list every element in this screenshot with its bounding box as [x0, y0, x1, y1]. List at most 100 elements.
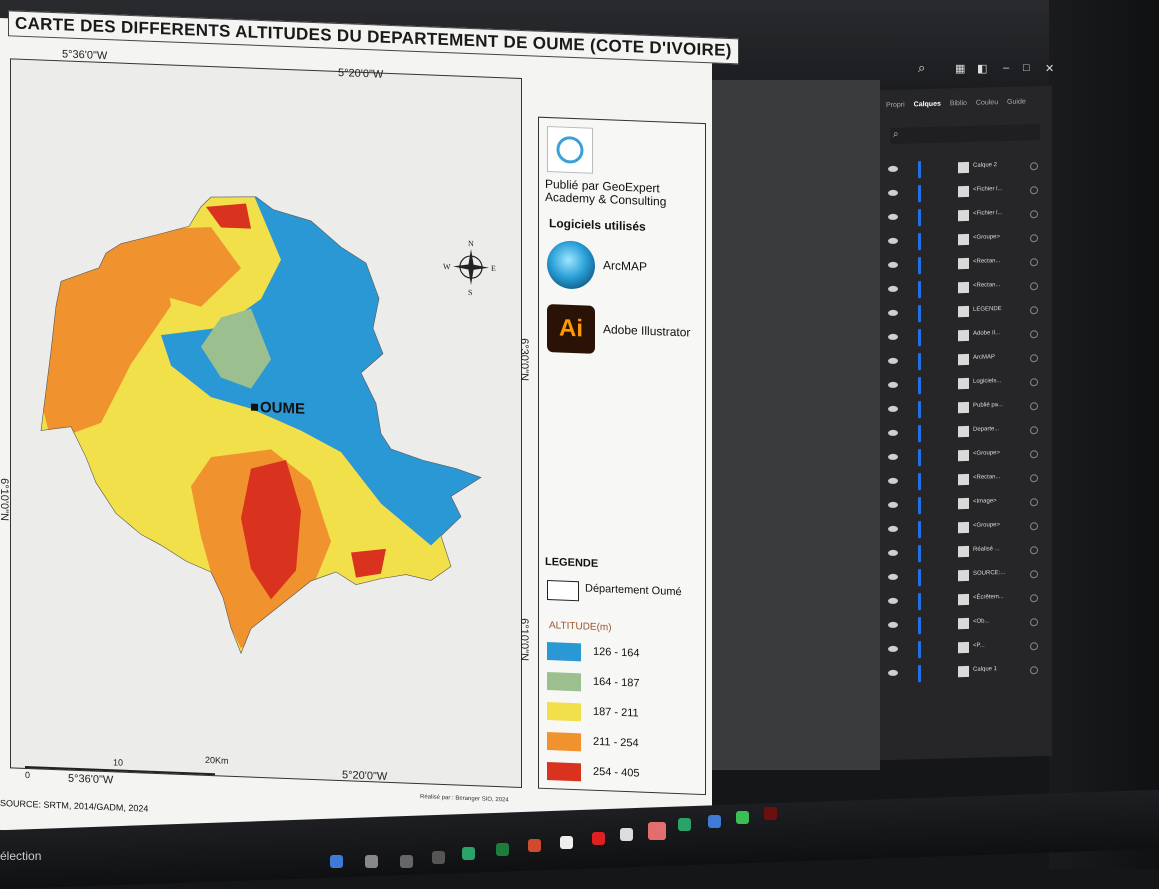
target-circle-icon[interactable] — [1030, 282, 1038, 291]
layer-name: <Rectan... — [973, 282, 1001, 289]
visibility-eye-icon[interactable] — [888, 501, 898, 509]
media-icon[interactable] — [560, 836, 573, 849]
visibility-eye-icon[interactable] — [888, 621, 898, 629]
visibility-eye-icon[interactable] — [888, 285, 898, 293]
publisher-logo — [547, 126, 593, 174]
coord-bottom-center: 5°20'0"W — [342, 769, 388, 783]
tab-color[interactable]: Couleu — [976, 99, 998, 107]
app-icon[interactable] — [528, 839, 541, 852]
maximize-icon[interactable]: □ — [1023, 62, 1030, 74]
layer-row[interactable]: Logiciels... — [880, 374, 1052, 396]
close-icon[interactable]: ✕ — [1045, 62, 1054, 75]
target-circle-icon[interactable] — [1030, 594, 1038, 603]
visibility-eye-icon[interactable] — [888, 357, 898, 365]
visibility-eye-icon[interactable] — [888, 573, 898, 581]
target-circle-icon[interactable] — [1030, 258, 1038, 267]
youtube-icon[interactable] — [592, 832, 605, 845]
app-icon[interactable] — [708, 815, 721, 828]
visibility-eye-icon[interactable] — [888, 189, 898, 197]
visibility-eye-icon[interactable] — [888, 333, 898, 341]
settings-icon[interactable] — [400, 855, 413, 868]
arrange-icon[interactable]: ▦ — [955, 62, 965, 75]
layer-thumbnail — [958, 353, 969, 366]
layer-row[interactable]: <Groupe> — [880, 230, 1052, 252]
target-circle-icon[interactable] — [1030, 186, 1038, 195]
tab-guide[interactable]: Guide — [1007, 98, 1026, 105]
layer-row[interactable]: Calque 1 — [880, 662, 1052, 684]
layer-row[interactable]: SOURCE:... — [880, 566, 1052, 588]
target-circle-icon[interactable] — [1030, 402, 1038, 411]
target-circle-icon[interactable] — [1030, 306, 1038, 315]
layer-row[interactable]: <Rectan... — [880, 470, 1052, 492]
target-circle-icon[interactable] — [1030, 426, 1038, 435]
app-icon[interactable] — [620, 828, 633, 841]
visibility-eye-icon[interactable] — [888, 213, 898, 221]
visibility-eye-icon[interactable] — [888, 597, 898, 605]
layer-row[interactable]: LEGENDE — [880, 302, 1052, 324]
target-circle-icon[interactable] — [1030, 474, 1038, 483]
visibility-eye-icon[interactable] — [888, 429, 898, 437]
layer-row[interactable]: <Groupe> — [880, 446, 1052, 468]
acrobat-icon[interactable] — [764, 807, 777, 820]
app-icon[interactable] — [678, 818, 691, 831]
layer-row[interactable]: <Image> — [880, 494, 1052, 516]
panel-icon[interactable]: ◧ — [977, 62, 987, 75]
search-taskbar-icon[interactable] — [330, 855, 343, 868]
layer-row[interactable]: Réalisé ... — [880, 542, 1052, 564]
layer-row[interactable]: Departe... — [880, 422, 1052, 444]
layer-row[interactable]: Calque 2 — [880, 158, 1052, 180]
target-circle-icon[interactable] — [1030, 354, 1038, 363]
target-circle-icon[interactable] — [1030, 666, 1038, 675]
visibility-eye-icon[interactable] — [888, 645, 898, 653]
visibility-eye-icon[interactable] — [888, 165, 898, 173]
minimize-icon[interactable]: – — [1003, 62, 1009, 74]
active-app-icon[interactable] — [648, 822, 666, 840]
target-circle-icon[interactable] — [1030, 618, 1038, 627]
file-explorer-icon[interactable] — [365, 855, 378, 868]
visibility-eye-icon[interactable] — [888, 477, 898, 485]
tab-properties[interactable]: Propri — [886, 102, 905, 109]
layer-row[interactable]: <Ob... — [880, 614, 1052, 636]
search-icon[interactable]: ⌕ — [918, 60, 925, 76]
layer-row[interactable]: Publié pa... — [880, 398, 1052, 420]
visibility-eye-icon[interactable] — [888, 549, 898, 557]
app-icon[interactable] — [736, 811, 749, 824]
target-circle-icon[interactable] — [1030, 330, 1038, 339]
tab-layers[interactable]: Calques — [914, 101, 941, 109]
chrome-icon[interactable] — [462, 847, 475, 860]
layer-row[interactable]: <Écrêtem... — [880, 590, 1052, 612]
layer-color-stripe — [918, 545, 921, 563]
layer-name: <Groupe> — [973, 234, 1001, 241]
layer-row[interactable]: Adobe Il... — [880, 326, 1052, 348]
app-icon[interactable] — [432, 851, 445, 864]
visibility-eye-icon[interactable] — [888, 453, 898, 461]
visibility-eye-icon[interactable] — [888, 237, 898, 245]
target-circle-icon[interactable] — [1030, 642, 1038, 651]
target-circle-icon[interactable] — [1030, 378, 1038, 387]
visibility-eye-icon[interactable] — [888, 381, 898, 389]
layer-row[interactable]: <Rectan... — [880, 278, 1052, 300]
layer-row[interactable]: <Groupe> — [880, 518, 1052, 540]
target-circle-icon[interactable] — [1030, 210, 1038, 219]
target-circle-icon[interactable] — [1030, 498, 1038, 507]
target-circle-icon[interactable] — [1030, 546, 1038, 555]
layers-search-input[interactable]: ⌕ — [890, 124, 1040, 144]
target-circle-icon[interactable] — [1030, 234, 1038, 243]
target-circle-icon[interactable] — [1030, 450, 1038, 459]
layer-color-stripe — [918, 305, 921, 323]
visibility-eye-icon[interactable] — [888, 525, 898, 533]
layer-row[interactable]: <Fichier l... — [880, 182, 1052, 204]
excel-icon[interactable] — [496, 843, 509, 856]
visibility-eye-icon[interactable] — [888, 261, 898, 269]
tab-libraries[interactable]: Biblio — [950, 100, 967, 107]
layer-row[interactable]: <Rectan... — [880, 254, 1052, 276]
target-circle-icon[interactable] — [1030, 570, 1038, 579]
visibility-eye-icon[interactable] — [888, 309, 898, 317]
layer-row[interactable]: <P... — [880, 638, 1052, 660]
target-circle-icon[interactable] — [1030, 522, 1038, 531]
layer-row[interactable]: ArcMAP — [880, 350, 1052, 372]
layer-row[interactable]: <Fichier l... — [880, 206, 1052, 228]
visibility-eye-icon[interactable] — [888, 669, 898, 677]
visibility-eye-icon[interactable] — [888, 405, 898, 413]
target-circle-icon[interactable] — [1030, 162, 1038, 171]
